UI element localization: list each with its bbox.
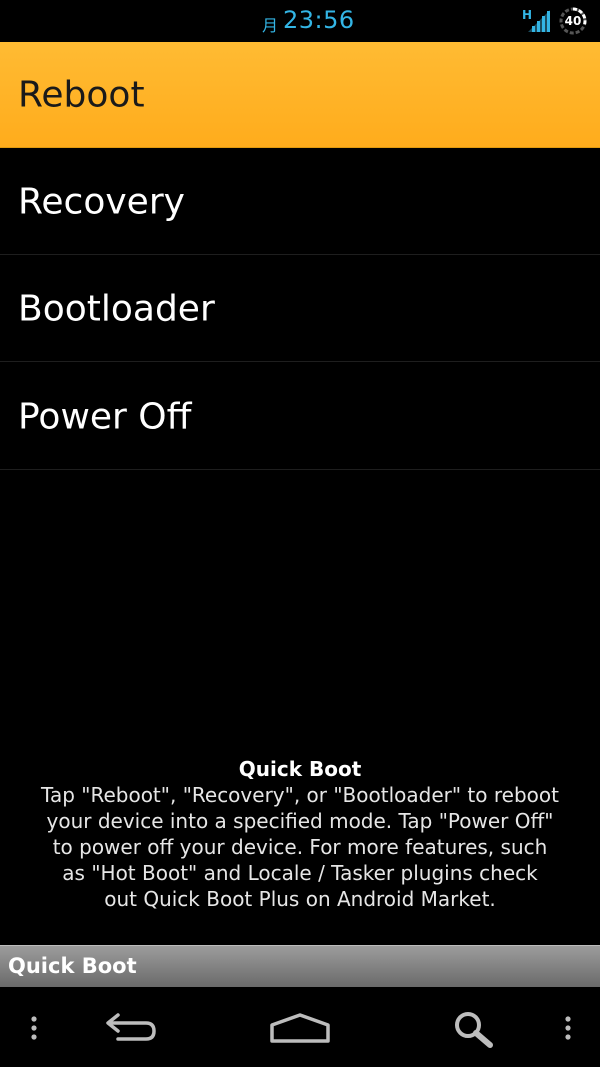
info-line: your device into a specified mode. Tap "… <box>46 809 554 833</box>
info-text-block: Quick Boot Tap "Reboot", "Recovery", or … <box>20 756 580 912</box>
screen: 月 23:56 H 40 Reboot Recovery Bootloader … <box>0 0 600 1067</box>
info-line: to power off your device. For more featu… <box>52 835 548 859</box>
battery-level-label: 40 <box>564 14 582 28</box>
menu-item-label: Bootloader <box>18 288 215 329</box>
info-line: as "Hot Boot" and Locale / Tasker plugin… <box>62 861 538 885</box>
home-button[interactable] <box>266 987 334 1067</box>
menu-item-recovery[interactable]: Recovery <box>0 149 600 255</box>
info-line: Tap "Reboot", "Recovery", or "Bootloader… <box>41 783 559 807</box>
status-clock: 23:56 <box>283 6 355 34</box>
overflow-menu-button-left[interactable] <box>16 987 52 1067</box>
search-button[interactable] <box>446 987 502 1067</box>
menu-icon <box>31 1016 37 1040</box>
status-day: 月 <box>262 16 279 35</box>
back-icon <box>106 1013 156 1041</box>
info-line: out Quick Boot Plus on Android Market. <box>104 887 496 911</box>
menu-item-reboot[interactable]: Reboot <box>0 42 600 148</box>
menu-item-label: Reboot <box>18 74 145 115</box>
menu-item-label: Recovery <box>18 181 185 222</box>
menu-icon <box>565 1016 571 1040</box>
menu-item-power-off[interactable]: Power Off <box>0 364 600 470</box>
home-icon <box>270 1013 330 1043</box>
overflow-menu-button-right[interactable] <box>550 987 586 1067</box>
app-title: Quick Boot <box>8 954 137 978</box>
menu-item-bootloader[interactable]: Bootloader <box>0 256 600 362</box>
app-title-bar: Quick Boot <box>0 945 600 987</box>
status-bar: 月 23:56 H 40 <box>0 0 600 42</box>
back-button[interactable] <box>96 987 160 1067</box>
search-icon <box>455 1012 493 1048</box>
info-title: Quick Boot <box>238 757 362 781</box>
menu-item-label: Power Off <box>18 396 192 437</box>
signal-icon <box>528 10 550 32</box>
navigation-bar <box>0 987 600 1067</box>
